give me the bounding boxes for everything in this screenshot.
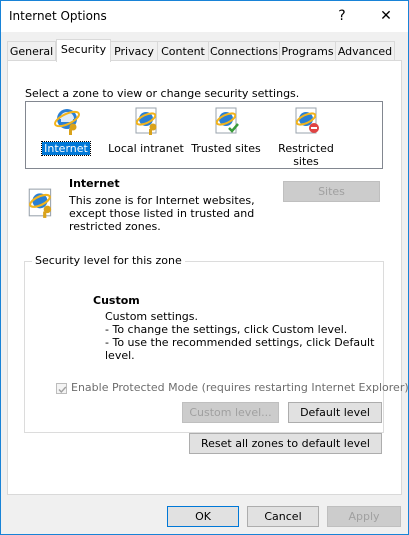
help-button[interactable]: ? — [327, 1, 357, 32]
tab-programs[interactable]: Programs — [279, 41, 336, 61]
zone-internet[interactable]: Internet — [26, 104, 106, 166]
window-title: Internet Options — [9, 9, 107, 23]
cancel-button[interactable]: Cancel — [247, 506, 319, 527]
title-bar: Internet Options ? ✕ — [1, 1, 408, 32]
zone-info-line1: This zone is for Internet websites, — [69, 194, 255, 207]
close-button[interactable]: ✕ — [371, 1, 401, 32]
zone-trusted-sites[interactable]: Trusted sites — [186, 104, 266, 166]
protected-mode-checkbox[interactable] — [56, 383, 67, 394]
apply-button[interactable]: Apply — [327, 506, 401, 527]
tab-content[interactable]: Content — [157, 41, 209, 61]
internet-zone-large-icon — [28, 188, 52, 218]
internet-options-window: Internet Options ? ✕ General Security Pr… — [0, 0, 409, 535]
security-level-description: Custom settings. - To change the setting… — [105, 310, 383, 362]
zone-info-line2: except those listed in trusted and — [69, 207, 255, 220]
default-level-button[interactable]: Default level — [288, 402, 382, 423]
reset-all-zones-button[interactable]: Reset all zones to default level — [189, 433, 382, 454]
trusted-sites-icon — [215, 107, 239, 134]
zone-local-intranet-label: Local intranet — [108, 142, 184, 155]
zone-trusted-sites-label: Trusted sites — [191, 142, 261, 155]
zone-restricted-line2: sites — [293, 155, 319, 168]
security-level-line3: - To use the recommended settings, click… — [105, 336, 375, 362]
checkmark-icon — [58, 386, 67, 394]
ok-button[interactable]: OK — [167, 506, 239, 527]
local-intranet-icon — [135, 107, 157, 135]
zone-info-line3: restricted zones. — [69, 220, 161, 233]
zone-restricted-line1: Restricted — [278, 142, 334, 155]
security-level-line1: Custom settings. — [105, 310, 199, 323]
protected-mode-label: Enable Protected Mode (requires restarti… — [71, 381, 409, 394]
zone-local-intranet[interactable]: Local intranet — [106, 104, 186, 166]
security-level-title: Custom — [93, 294, 140, 307]
security-level-legend: Security level for this zone — [32, 254, 185, 267]
tab-privacy[interactable]: Privacy — [110, 41, 158, 61]
zone-info-description: This zone is for Internet websites, exce… — [69, 194, 255, 233]
custom-level-button[interactable]: Custom level... — [182, 402, 279, 423]
sites-button[interactable]: Sites — [283, 181, 380, 202]
internet-zone-icon — [54, 109, 80, 135]
zone-restricted-sites[interactable]: Restricted sites — [266, 104, 346, 168]
security-level-line2: - To change the settings, click Custom l… — [105, 323, 348, 336]
tab-advanced[interactable]: Advanced — [335, 41, 395, 61]
close-icon: ✕ — [380, 8, 392, 24]
zone-internet-label: Internet — [41, 141, 91, 156]
select-zone-label: Select a zone to view or change security… — [25, 87, 300, 100]
zone-restricted-sites-label: Restricted sites — [266, 142, 346, 168]
tab-general[interactable]: General — [7, 41, 56, 61]
tab-security[interactable]: Security — [56, 39, 111, 62]
tab-connections[interactable]: Connections — [208, 41, 280, 61]
zone-info-title: Internet — [69, 177, 120, 190]
zone-list: Internet Local intranet Trusted sites Re… — [25, 101, 383, 169]
security-level-group: Security level for this zone Custom Cust… — [24, 254, 408, 433]
security-tab-panel: Select a zone to view or change security… — [7, 60, 408, 495]
restricted-sites-icon — [295, 107, 319, 134]
